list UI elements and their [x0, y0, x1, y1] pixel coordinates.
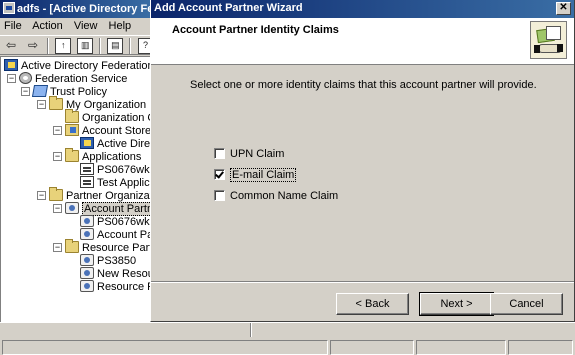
scroll-icon — [31, 85, 49, 97]
tree-item[interactable]: PS0676wk3 — [80, 215, 152, 228]
common-name-claim-label: Common Name Claim — [230, 190, 339, 202]
ad-icon — [80, 137, 94, 149]
toolbar-separator — [99, 38, 102, 54]
collapse-icon[interactable]: − — [53, 152, 62, 161]
wizard-title: Add Account Partner Wizard — [154, 2, 303, 14]
tree-item[interactable]: PS0676wk3 C — [80, 163, 152, 176]
upn-claim-label: UPN Claim — [230, 148, 285, 160]
mmc-toolbar: ⇦ ⇨ ↑ ▥ ▤ ? ▦ — [0, 35, 152, 55]
pane-splitter[interactable] — [250, 323, 252, 337]
tree-item-selected[interactable]: −Account Partners — [53, 202, 152, 216]
collapse-icon[interactable]: − — [37, 191, 46, 200]
menu-help[interactable]: Help — [109, 20, 132, 32]
tree-item[interactable]: Account Partr — [80, 228, 152, 241]
folder-icon — [49, 96, 63, 110]
up-one-level-icon[interactable]: ↑ — [55, 38, 72, 54]
folder-icon — [65, 148, 79, 162]
tree-item[interactable]: PS3850 — [80, 254, 136, 267]
mmc-menu-bar: File Action View Help — [0, 18, 152, 35]
export-list-icon[interactable]: ▤ — [107, 38, 124, 54]
wizard-title-bar: Add Account Partner Wizard ✕ — [151, 0, 574, 18]
ad-icon — [4, 59, 18, 71]
collapse-icon[interactable]: − — [53, 243, 62, 252]
folder-icon — [65, 239, 79, 253]
tree-item[interactable]: Active Directo — [80, 137, 152, 150]
partner-icon — [80, 215, 94, 227]
partner-icon — [65, 202, 79, 214]
partner-icon — [80, 280, 94, 292]
common-name-claim-checkbox[interactable]: Common Name Claim — [214, 190, 338, 204]
email-claim-checkbox[interactable]: E-mail Claim — [214, 168, 297, 183]
page-title: Account Partner Identity Claims — [172, 24, 339, 36]
mmc-title-text: adfs - [Active Directory Federation Serv… — [17, 3, 152, 15]
checkbox-box[interactable] — [214, 190, 225, 201]
gear-icon — [19, 72, 32, 84]
menu-file[interactable]: File — [4, 20, 22, 32]
folder-icon — [65, 109, 79, 123]
menu-action[interactable]: Action — [32, 20, 63, 32]
handshake-icon — [530, 21, 567, 59]
toolbar-separator — [129, 38, 132, 54]
forward-arrow-icon[interactable]: ⇨ — [25, 38, 41, 54]
status-pane — [330, 340, 414, 355]
toolbar-separator — [47, 38, 50, 54]
checkbox-box[interactable] — [214, 148, 225, 159]
card-icon — [80, 163, 94, 175]
wizard-header: Account Partner Identity Claims — [151, 18, 574, 65]
button-separator — [151, 281, 574, 283]
collapse-icon[interactable]: − — [21, 87, 30, 96]
collapse-icon[interactable]: − — [53, 126, 62, 135]
partner-icon — [80, 228, 94, 240]
tree-item[interactable]: − Trust Policy — [21, 85, 107, 98]
collapse-icon[interactable]: − — [37, 100, 46, 109]
tree-item[interactable]: − Account Stores — [53, 124, 152, 137]
tree-item[interactable]: − Federation Service — [7, 72, 127, 85]
checkbox-box[interactable] — [214, 169, 225, 180]
tree-item[interactable]: −Resource Partner — [53, 239, 152, 254]
instruction-text: Select one or more identity claims that … — [190, 79, 537, 91]
tree-item[interactable]: New Resource — [80, 267, 152, 280]
menu-view[interactable]: View — [74, 20, 98, 32]
tree-item[interactable]: −Partner Organizations — [37, 187, 152, 202]
tree-item[interactable]: Resource Part — [80, 280, 152, 293]
tree-item[interactable]: Active Directory Federation Servic — [4, 59, 152, 72]
mmc-title-bar: adfs - [Active Directory Federation Serv… — [0, 0, 152, 18]
partner-icon — [80, 267, 94, 279]
collapse-icon[interactable]: − — [53, 204, 62, 213]
adfs-app-icon — [3, 2, 15, 14]
store-icon — [65, 124, 79, 136]
folder-icon — [49, 187, 63, 201]
next-button[interactable]: Next > — [419, 292, 494, 316]
back-button[interactable]: < Back — [336, 293, 409, 315]
card-icon — [80, 176, 94, 188]
close-icon[interactable]: ✕ — [556, 2, 571, 15]
upn-claim-checkbox[interactable]: UPN Claim — [214, 148, 284, 162]
show-hide-tree-icon[interactable]: ▥ — [77, 38, 94, 54]
add-account-partner-wizard: Add Account Partner Wizard ✕ Account Par… — [150, 0, 575, 322]
status-pane — [2, 340, 328, 355]
collapse-icon[interactable]: − — [7, 74, 16, 83]
tree-item[interactable]: Test Applicati — [80, 176, 152, 189]
tree-item[interactable]: − Applications — [53, 148, 141, 163]
email-claim-label: E-mail Claim — [230, 168, 297, 182]
status-pane — [508, 340, 573, 355]
tree-item[interactable]: Organization Clair — [65, 109, 152, 124]
console-tree[interactable]: Active Directory Federation Servic −Fede… — [0, 56, 152, 322]
status-pane — [416, 340, 506, 355]
tree-item[interactable]: − My Organization — [37, 96, 146, 111]
partner-icon — [80, 254, 94, 266]
back-arrow-icon[interactable]: ⇦ — [3, 38, 19, 54]
status-bar — [0, 322, 575, 355]
cancel-button[interactable]: Cancel — [490, 293, 563, 315]
